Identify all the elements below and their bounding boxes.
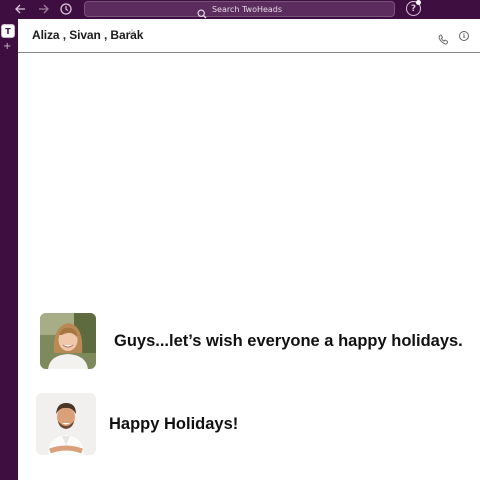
notification-dot [416, 0, 421, 5]
message: Happy Holidays! [36, 393, 238, 455]
top-bar: Search TwoHeads ? [0, 0, 480, 19]
search-input[interactable]: Search TwoHeads [84, 1, 395, 19]
star-icon[interactable]: ☆ [128, 28, 136, 38]
avatar[interactable] [36, 393, 96, 455]
search-icon [197, 4, 207, 19]
channel-header: Aliza , Sivan , Barak ☆ i [18, 19, 480, 53]
search-placeholder: Search TwoHeads [211, 4, 283, 14]
clock-icon[interactable] [58, 1, 74, 17]
arrow-left-icon[interactable] [12, 1, 28, 17]
message: Guys...let’s wish everyone a happy holid… [40, 313, 463, 369]
message-text: Guys...let’s wish everyone a happy holid… [114, 331, 463, 350]
workspace-sidebar: T + [0, 19, 18, 480]
phone-icon[interactable] [438, 30, 450, 45]
info-icon[interactable]: i [459, 31, 469, 41]
arrow-right-icon[interactable] [35, 1, 51, 17]
message-text: Happy Holidays! [109, 414, 239, 433]
add-workspace-button[interactable]: + [3, 42, 11, 52]
avatar[interactable] [40, 313, 96, 369]
workspace-switcher[interactable]: T [1, 24, 15, 38]
channel-title[interactable]: Aliza , Sivan , Barak [32, 28, 143, 42]
